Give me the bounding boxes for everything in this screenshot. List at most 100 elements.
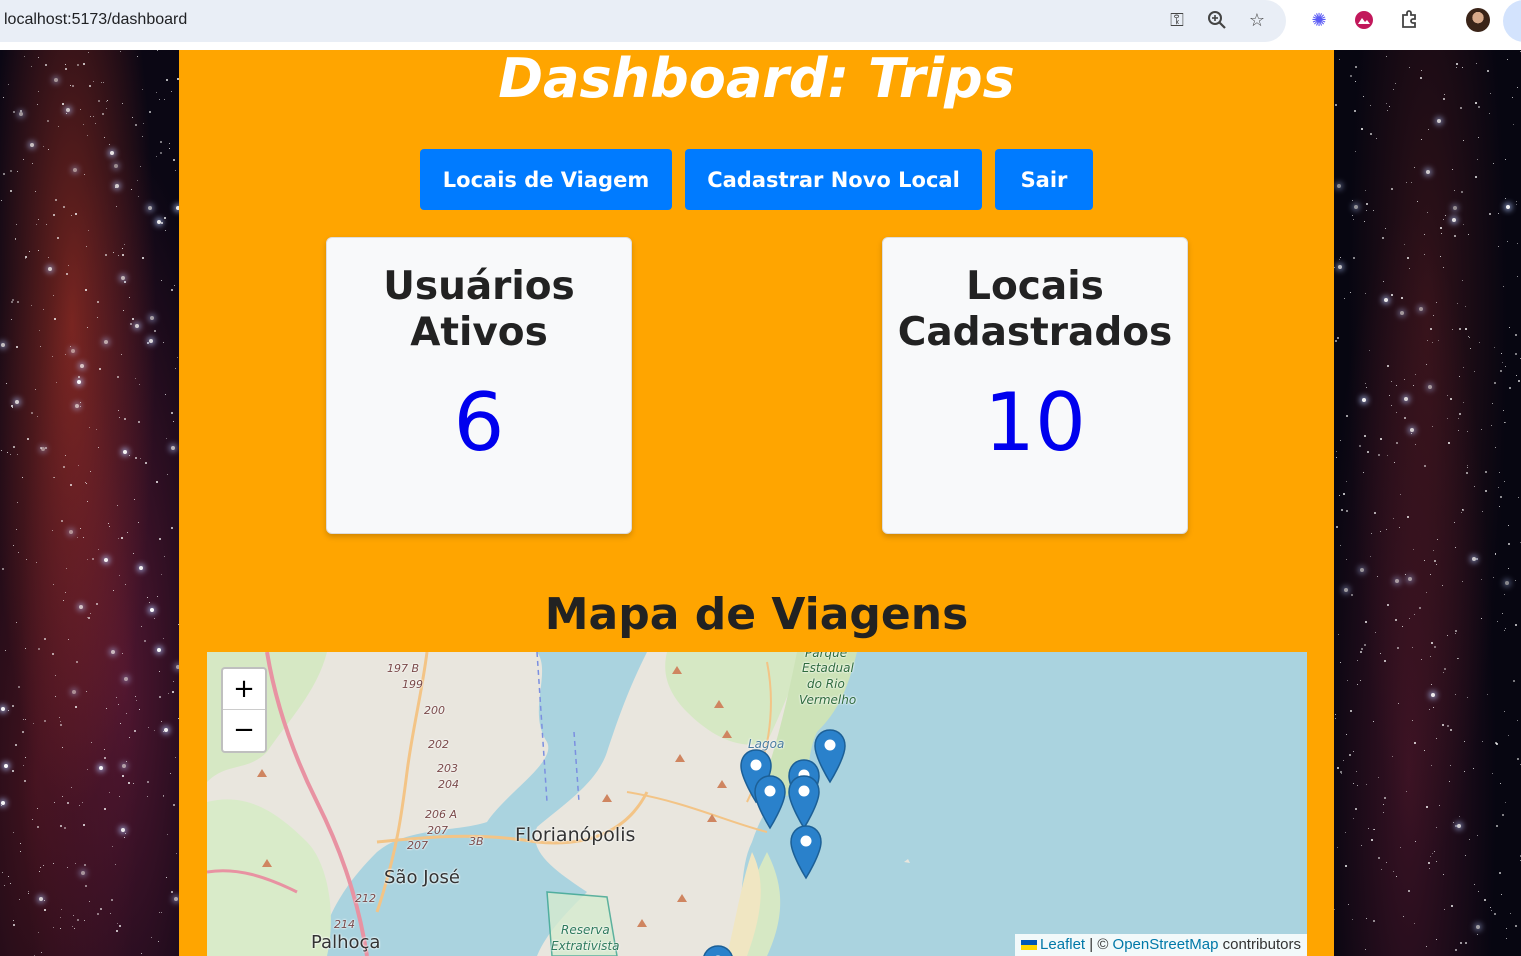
- star: [132, 318, 134, 320]
- star: [111, 899, 113, 901]
- star: [139, 384, 140, 385]
- star: [10, 190, 12, 192]
- star: [1373, 721, 1374, 722]
- locais-de-viagem-button[interactable]: Locais de Viagem: [420, 149, 672, 210]
- star: [1458, 418, 1459, 419]
- star: [1, 343, 5, 347]
- star: [63, 600, 64, 601]
- star: [1414, 167, 1415, 168]
- star: [1441, 233, 1442, 234]
- star: [1421, 139, 1422, 140]
- star: [78, 465, 79, 466]
- star: [1411, 182, 1412, 183]
- star: [124, 281, 126, 283]
- star: [1391, 381, 1392, 382]
- star: [93, 116, 94, 117]
- star: [1505, 422, 1506, 423]
- location-marker-icon[interactable]: [701, 944, 735, 956]
- star: [1432, 342, 1433, 343]
- star: [1455, 949, 1457, 951]
- star: [10, 454, 11, 455]
- star: [121, 537, 123, 539]
- zoom-out-button[interactable]: −: [223, 710, 265, 750]
- location-marker-icon[interactable]: [753, 774, 787, 830]
- star: [83, 63, 85, 65]
- profile-avatar[interactable]: [1466, 8, 1490, 32]
- star: [1503, 286, 1504, 287]
- road-label: 197 B: [387, 662, 420, 675]
- side-panel-button[interactable]: [1503, 0, 1521, 42]
- star: [73, 915, 74, 916]
- password-key-icon[interactable]: ⚿: [1166, 10, 1188, 32]
- star: [1434, 851, 1435, 852]
- star: [1438, 340, 1439, 341]
- star: [75, 213, 77, 215]
- star: [1400, 494, 1401, 495]
- star: [6, 383, 7, 384]
- star: [18, 552, 19, 553]
- star: [37, 104, 38, 105]
- star: [175, 757, 176, 758]
- extension-sparkle-icon[interactable]: ✺: [1308, 10, 1330, 32]
- star: [125, 833, 126, 834]
- sair-button[interactable]: Sair: [995, 149, 1093, 210]
- star: [1334, 267, 1335, 268]
- star: [1338, 634, 1339, 635]
- star: [1455, 694, 1456, 695]
- star: [1370, 105, 1371, 106]
- star: [1338, 265, 1342, 269]
- extensions-puzzle-icon[interactable]: [1398, 10, 1420, 32]
- star: [1508, 525, 1509, 526]
- star: [60, 724, 62, 726]
- leaflet-link[interactable]: Leaflet: [1040, 936, 1085, 953]
- star: [1501, 353, 1502, 354]
- star: [161, 721, 162, 722]
- ukraine-flag-icon: [1021, 940, 1038, 950]
- openstreetmap-link[interactable]: OpenStreetMap: [1113, 936, 1219, 953]
- star: [1517, 87, 1518, 88]
- star: [1505, 159, 1506, 160]
- star: [106, 708, 107, 709]
- star: [1457, 824, 1461, 828]
- extension-photo-icon[interactable]: [1353, 10, 1375, 32]
- star: [142, 89, 143, 90]
- star: [1431, 693, 1435, 697]
- trips-map[interactable]: Florianópolis São José Palhoça Parque Es…: [207, 652, 1307, 956]
- star: [1474, 371, 1475, 372]
- star: [122, 775, 124, 777]
- zoom-in-button[interactable]: +: [223, 669, 265, 710]
- star: [1495, 554, 1496, 555]
- star: [22, 731, 24, 733]
- bookmark-star-icon[interactable]: ☆: [1246, 10, 1268, 32]
- star: [30, 143, 34, 147]
- star: [35, 389, 36, 390]
- star: [13, 446, 15, 448]
- star: [139, 566, 143, 570]
- star: [1406, 791, 1407, 792]
- star: [66, 568, 67, 569]
- star: [1467, 465, 1468, 466]
- star: [1452, 218, 1456, 222]
- star: [1449, 781, 1450, 782]
- url-text[interactable]: localhost:5173/dashboard: [4, 11, 187, 29]
- star: [25, 256, 27, 258]
- star: [1408, 577, 1412, 581]
- cadastrar-novo-local-button[interactable]: Cadastrar Novo Local: [685, 149, 982, 210]
- star: [2, 872, 3, 873]
- zoom-icon[interactable]: [1206, 10, 1228, 32]
- star: [19, 899, 20, 900]
- star: [1415, 374, 1416, 375]
- star: [38, 57, 39, 58]
- usuarios-ativos-card: Usuários Ativos 6: [326, 237, 632, 534]
- star: [169, 143, 170, 144]
- road-label: 203: [437, 762, 458, 775]
- star: [1498, 213, 1499, 214]
- star: [75, 706, 77, 708]
- star: [88, 52, 89, 53]
- address-bar[interactable]: localhost:5173/dashboard: [0, 0, 1286, 42]
- location-marker-icon[interactable]: [789, 824, 823, 880]
- star: [166, 79, 168, 81]
- location-marker-icon[interactable]: [787, 774, 821, 830]
- star: [1462, 67, 1463, 68]
- star: [1453, 206, 1457, 210]
